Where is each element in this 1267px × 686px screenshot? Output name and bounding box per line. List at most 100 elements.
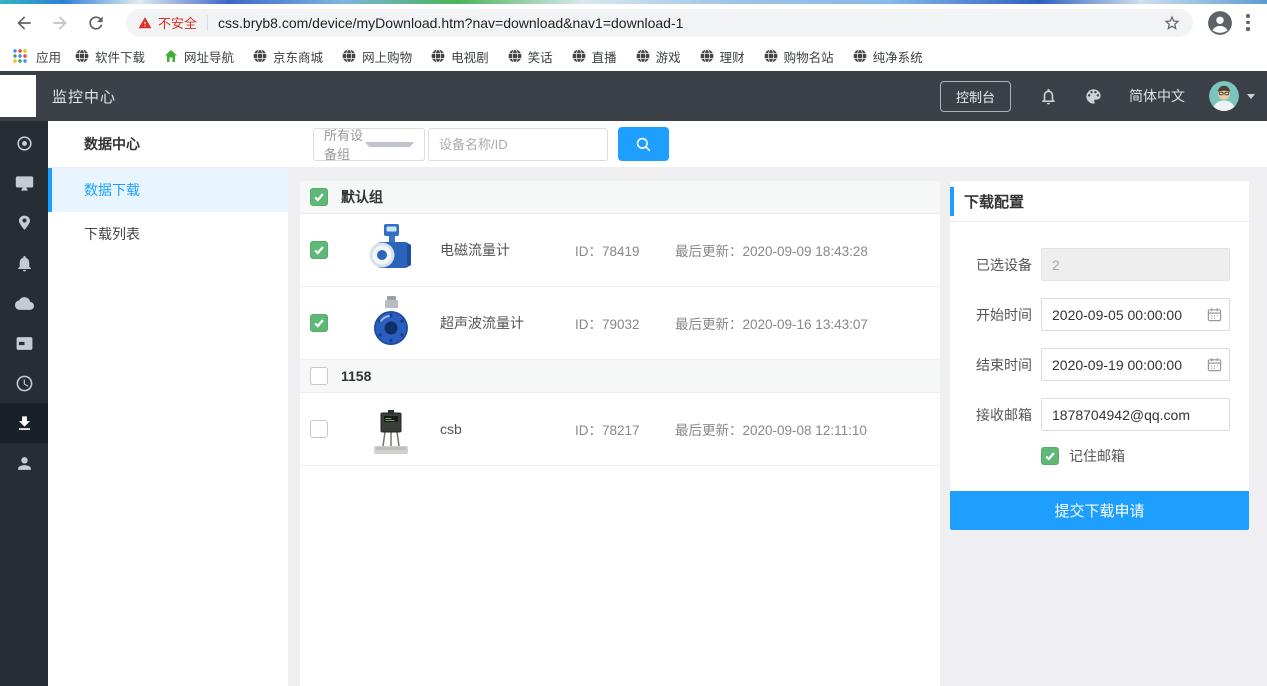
device-last-update: 最后更新：2020-09-16 13:43:07 xyxy=(675,317,868,332)
group-name: 1158 xyxy=(341,368,372,384)
remember-email-checkbox[interactable] xyxy=(1041,447,1059,465)
house-2345-icon xyxy=(164,49,178,63)
calendar-icon[interactable] xyxy=(1207,357,1222,372)
browser-profile-icon[interactable] xyxy=(1207,10,1233,36)
download-icon[interactable] xyxy=(0,403,48,443)
download-config-card: 下载配置 已选设备 开始时间 xyxy=(950,181,1249,530)
bookmark-label: 电视剧 xyxy=(451,50,489,65)
bookmark-item[interactable]: 直播 xyxy=(572,47,617,66)
title-accent-bar xyxy=(950,187,954,216)
bookmark-label: 软件下载 xyxy=(95,50,146,65)
language-selector[interactable]: 简体中文 xyxy=(1129,86,1185,106)
back-icon[interactable] xyxy=(10,9,38,37)
start-time-field[interactable] xyxy=(1041,298,1230,331)
device-id: ID：79032 xyxy=(575,317,640,332)
globe-icon xyxy=(636,49,650,63)
end-time-field[interactable] xyxy=(1041,348,1230,381)
url-text: css.bryb8.com/device/myDownload.htm?nav=… xyxy=(218,14,684,31)
url-divider xyxy=(207,14,209,31)
apps-grid-icon[interactable] xyxy=(12,48,28,64)
bookmark-item[interactable]: 理财 xyxy=(700,47,745,66)
device-id: ID：78419 xyxy=(575,244,640,259)
start-time-label: 开始时间 xyxy=(976,306,1032,323)
group-name: 默认组 xyxy=(341,189,383,205)
search-input[interactable] xyxy=(428,127,608,161)
bookmark-label: 网址导航 xyxy=(184,50,235,65)
globe-icon xyxy=(508,49,522,63)
security-warning-icon xyxy=(138,16,152,28)
device-checkbox[interactable] xyxy=(310,241,328,259)
sidebar-item-data-download[interactable]: 数据下载 xyxy=(48,168,288,212)
bookmark-item[interactable]: 购物名站 xyxy=(764,47,834,66)
bookmark-item[interactable]: 软件下载 xyxy=(75,47,145,66)
card-icon[interactable] xyxy=(0,323,48,363)
device-row[interactable]: 超声波流量计 ID：79032 最后更新：2020-09-16 13:43:07 xyxy=(300,287,940,360)
device-name: 超声波流量计 xyxy=(440,315,524,331)
forward-icon[interactable] xyxy=(46,9,74,37)
chevron-down-icon[interactable] xyxy=(1247,93,1255,99)
apps-label[interactable]: 应用 xyxy=(36,47,61,66)
bookmark-label: 游戏 xyxy=(655,50,681,65)
sidebar-section-title: 数据中心 xyxy=(48,121,288,168)
bookmark-item[interactable]: 网上购物 xyxy=(342,47,412,66)
page-title: 监控中心 xyxy=(52,88,117,106)
bookmark-item[interactable]: 网址导航 xyxy=(164,47,234,66)
bookmark-item[interactable]: 游戏 xyxy=(636,47,681,66)
bookmark-item[interactable]: 京东商城 xyxy=(253,47,323,66)
device-last-update: 最后更新：2020-09-09 18:43:28 xyxy=(675,244,868,259)
selected-devices-label: 已选设备 xyxy=(976,256,1032,273)
bookmark-label: 京东商城 xyxy=(273,50,324,65)
group-checkbox[interactable] xyxy=(310,367,328,385)
bell-icon[interactable] xyxy=(0,243,48,283)
filter-bar: 所有设备组 xyxy=(288,121,1267,167)
submit-download-button[interactable]: 提交下载申请 xyxy=(950,491,1249,530)
group-checkbox[interactable] xyxy=(310,188,328,206)
reload-icon[interactable] xyxy=(82,9,110,37)
calendar-icon[interactable] xyxy=(1207,307,1222,322)
user-icon[interactable] xyxy=(0,443,48,483)
avatar[interactable] xyxy=(1209,81,1239,111)
ultrasonic-flowmeter-image xyxy=(368,295,414,351)
globe-icon xyxy=(253,49,267,63)
bell-icon[interactable] xyxy=(1039,87,1058,106)
transmitter-device-image xyxy=(368,401,414,457)
bookmark-label: 购物名站 xyxy=(783,50,834,65)
email-label: 接收邮箱 xyxy=(976,406,1032,423)
bookmark-item[interactable]: 笑话 xyxy=(508,47,553,66)
device-group-select[interactable]: 所有设备组 xyxy=(313,127,425,162)
circle-dot-icon[interactable] xyxy=(0,123,48,163)
monitor-icon[interactable] xyxy=(0,163,48,203)
search-icon xyxy=(636,137,651,151)
device-checkbox[interactable] xyxy=(310,420,328,438)
sidebar-item-download-list[interactable]: 下载列表 xyxy=(48,212,288,256)
group-header: 默认组 xyxy=(300,181,940,214)
bookmark-item[interactable]: 纯净系统 xyxy=(853,47,923,66)
bookmarks-list: 软件下载 网址导航 京东商城 网上购物 电视剧 笑话 直播 游戏 理财 购物名站 纯净系统 xyxy=(75,47,942,66)
browser-toolbar: 不安全 css.bryb8.com/device/myDownload.htm?… xyxy=(0,4,1267,41)
email-field[interactable] xyxy=(1041,398,1230,431)
bookmark-star-icon[interactable] xyxy=(1163,14,1181,32)
selected-devices-field xyxy=(1041,248,1230,281)
globe-icon xyxy=(700,49,714,63)
device-id: ID：78217 xyxy=(575,423,640,438)
browser-menu-icon[interactable] xyxy=(1239,10,1257,36)
clock-icon[interactable] xyxy=(0,363,48,403)
bookmark-item[interactable]: 电视剧 xyxy=(431,47,489,66)
console-button[interactable]: 控制台 xyxy=(939,80,1011,112)
group-header: 1158 xyxy=(300,360,940,393)
app-header: 监控中心 控制台 简体中文 xyxy=(0,71,1267,121)
end-time-label: 结束时间 xyxy=(976,356,1032,373)
location-icon[interactable] xyxy=(0,203,48,243)
electromagnetic-flowmeter-image xyxy=(368,222,414,278)
chevron-down-icon xyxy=(365,141,414,147)
device-group-select-value: 所有设备组 xyxy=(324,128,364,162)
search-button[interactable] xyxy=(618,127,669,161)
device-row[interactable]: csb ID：78217 最后更新：2020-09-08 12:11:10 xyxy=(300,393,940,466)
palette-icon[interactable] xyxy=(1084,87,1103,106)
cloud-icon[interactable] xyxy=(0,283,48,323)
device-row[interactable]: 电磁流量计 ID：78419 最后更新：2020-09-09 18:43:28 xyxy=(300,214,940,287)
device-checkbox[interactable] xyxy=(310,314,328,332)
url-bar[interactable]: 不安全 css.bryb8.com/device/myDownload.htm?… xyxy=(126,8,1193,37)
app-logo xyxy=(0,75,36,117)
bookmark-label: 网上购物 xyxy=(362,50,413,65)
